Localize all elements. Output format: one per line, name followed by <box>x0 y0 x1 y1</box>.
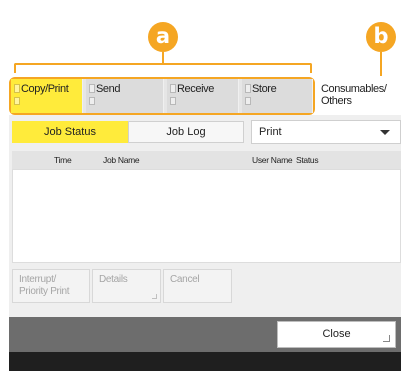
chevron-down-icon <box>380 130 390 135</box>
tab-copy-print[interactable]: Copy/Print <box>11 79 83 113</box>
callout-b-marker: b <box>366 22 396 52</box>
button-label: Cancel <box>170 274 200 285</box>
status-bar <box>9 352 401 371</box>
cancel-button[interactable]: Cancel <box>163 269 232 303</box>
corner-indicator-icon <box>152 294 157 299</box>
tab-consumables-others[interactable]: Consumables/ Others <box>318 80 400 114</box>
callout-a-marker: a <box>148 22 178 52</box>
close-button[interactable]: Close <box>277 321 396 348</box>
status-lamp-icon <box>89 84 95 93</box>
status-lamp-icon <box>170 84 176 93</box>
tab-label: Copy/Print <box>21 83 69 95</box>
button-label-line2: Priority Print <box>19 286 70 297</box>
job-log-toggle[interactable]: Job Log <box>128 121 244 143</box>
callout-a-bracket <box>14 63 312 73</box>
callout-b-connector <box>380 52 382 76</box>
job-type-select[interactable]: Print <box>251 120 401 144</box>
tab-store[interactable]: Store <box>242 79 313 113</box>
job-list[interactable] <box>12 169 401 263</box>
job-category-tabs: Copy/Print Send Receive Store <box>9 77 315 115</box>
tab-receive[interactable]: Receive <box>167 79 239 113</box>
tab-label-line2: Others <box>321 95 352 107</box>
job-table-header: Time Job Name User Name Status <box>12 151 401 169</box>
column-header-user-name: User Name <box>252 155 293 165</box>
status-lamp-icon <box>170 97 176 105</box>
tab-send[interactable]: Send <box>86 79 164 113</box>
status-lamp-icon <box>89 97 95 105</box>
tab-label: Receive <box>177 83 214 95</box>
button-label: Details <box>99 274 128 285</box>
status-lamp-icon <box>245 84 251 93</box>
job-status-toggle[interactable]: Job Status <box>12 121 128 143</box>
status-lamp-icon <box>14 84 20 93</box>
tab-label: Store <box>252 83 277 95</box>
details-button[interactable]: Details <box>92 269 161 303</box>
status-lamp-icon <box>14 97 20 105</box>
button-label-line1: Interrupt/ <box>19 274 57 285</box>
resize-grip-icon <box>383 335 390 342</box>
interrupt-priority-print-button[interactable]: Interrupt/ Priority Print <box>12 269 90 303</box>
close-label: Close <box>322 328 351 340</box>
status-lamp-icon <box>245 97 251 105</box>
column-header-status: Status <box>296 155 319 165</box>
tab-label: Send <box>96 83 121 95</box>
job-type-value: Print <box>259 126 282 138</box>
tab-label-line1: Consumables/ <box>321 83 387 95</box>
column-header-time: Time <box>54 155 72 165</box>
column-header-job-name: Job Name <box>103 155 140 165</box>
